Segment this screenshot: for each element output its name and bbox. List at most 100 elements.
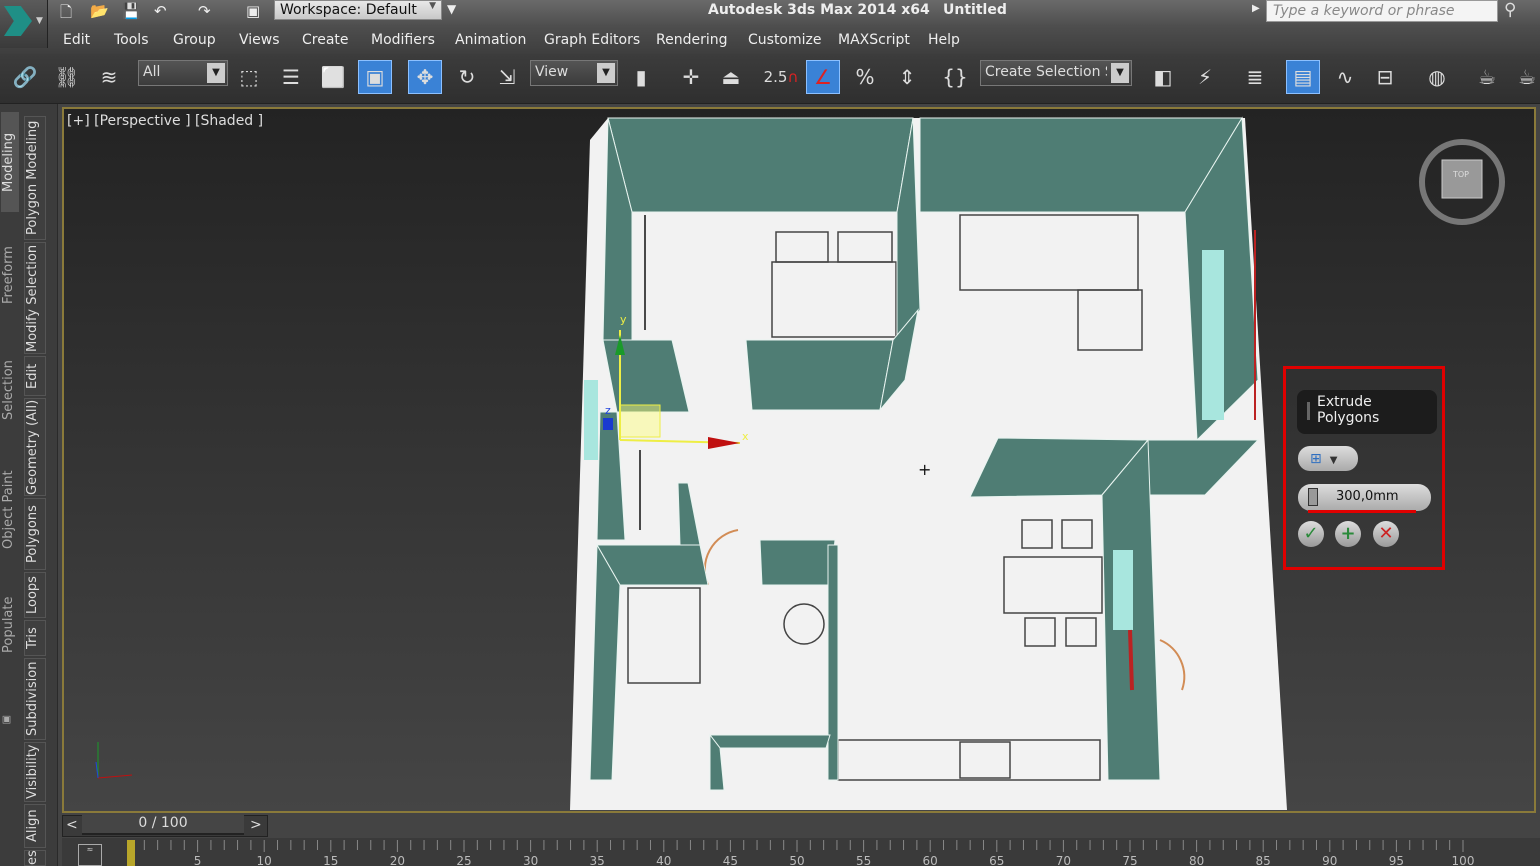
apply-continue-button[interactable]: + xyxy=(1335,521,1361,547)
ribbon-tab-selection[interactable]: Selection xyxy=(1,340,19,440)
timeline-tick-label: 60 xyxy=(923,854,938,866)
app-menu-button[interactable]: ▼ xyxy=(0,0,48,48)
plus-icon: + xyxy=(1340,523,1356,544)
extrude-type-dropdown[interactable]: ⊞ ▼ xyxy=(1298,446,1358,471)
ribbon-tab-object-paint[interactable]: Object Paint xyxy=(1,455,19,565)
selection-filter-dropdown[interactable]: All ▼ xyxy=(138,60,228,86)
rotate-icon[interactable]: ↻ xyxy=(450,60,484,94)
select-object-icon[interactable]: ⬚ xyxy=(232,60,266,94)
ribbon-toggle-icon[interactable]: ▤ xyxy=(1286,60,1320,94)
ribbon-panel-polygon-modeling[interactable]: Polygon Modeling xyxy=(24,116,46,240)
search-input[interactable]: Type a keyword or phrase xyxy=(1266,0,1498,22)
render-setup-icon[interactable]: ☕ xyxy=(1470,60,1504,94)
select-by-name-icon[interactable]: ☰ xyxy=(274,60,308,94)
menu-maxscript[interactable]: MAXScript xyxy=(838,32,910,48)
workspace-dropdown[interactable]: Workspace: Default ▼ xyxy=(274,0,442,20)
align-icon[interactable]: ⚡ xyxy=(1188,60,1222,94)
spinner-snap-icon[interactable]: ⇕ xyxy=(890,60,924,94)
ok-button[interactable]: ✓ xyxy=(1298,521,1324,547)
binoculars-search-icon[interactable]: ⚲ xyxy=(1504,0,1516,20)
prev-frame-button[interactable]: < xyxy=(66,817,78,833)
next-frame-button[interactable]: > xyxy=(250,817,262,833)
window-crossing-icon[interactable]: ▣ xyxy=(358,60,392,94)
check-icon: ✓ xyxy=(1303,523,1319,544)
document-title: Untitled xyxy=(943,2,1007,18)
menu-modifiers[interactable]: Modifiers xyxy=(371,32,435,48)
redo-icon[interactable]: ↷ xyxy=(198,2,211,20)
menu-rendering[interactable]: Rendering xyxy=(656,32,728,48)
app-title: Autodesk 3ds Max 2014 x64 xyxy=(708,2,930,18)
menu-create[interactable]: Create xyxy=(302,32,349,48)
timeline-tick-label: 55 xyxy=(856,854,871,866)
undo-icon[interactable]: ↶ xyxy=(154,2,167,20)
snaps-toggle-icon[interactable]: 2.5 ∩ xyxy=(764,60,799,94)
ribbon-panel-polygons[interactable]: Polygons xyxy=(24,498,46,570)
timeline-tick-label: 100 xyxy=(1452,854,1475,866)
edit-named-selection-icon[interactable]: {} xyxy=(938,60,972,94)
timeline-tick-label: 70 xyxy=(1056,854,1071,866)
customize-qat-icon[interactable]: ▼ xyxy=(447,2,456,16)
ribbon-panel-subdivision[interactable]: Subdivision xyxy=(24,658,46,740)
scale-icon[interactable]: ⇲ xyxy=(490,60,524,94)
ribbon-panel-geometry-all[interactable]: Geometry (All) xyxy=(24,398,46,496)
rect-selection-region-icon[interactable]: ⬜ xyxy=(316,60,350,94)
timeline-tick-label: 15 xyxy=(323,854,338,866)
save-icon[interactable]: 💾 xyxy=(122,2,141,20)
unlink-icon[interactable]: ⛓ xyxy=(50,60,84,94)
viewport-label[interactable]: [+] [Perspective ] [Shaded ] xyxy=(67,113,263,129)
menu-tools[interactable]: Tools xyxy=(114,32,149,48)
ribbon-panel-modify-selection[interactable]: Modify Selection xyxy=(24,242,46,354)
menu-group[interactable]: Group xyxy=(173,32,216,48)
ribbon-panel-edit[interactable]: Edit xyxy=(24,356,46,396)
open-file-icon[interactable]: 📂 xyxy=(90,2,109,20)
ribbon-tab-freeform[interactable]: Freeform xyxy=(1,225,19,325)
time-slider-thumb[interactable]: 0 / 100 xyxy=(82,815,244,835)
caddy-drag-handle[interactable] xyxy=(1307,402,1310,420)
height-icon xyxy=(1308,488,1318,506)
pivot-center-icon[interactable]: ▮ xyxy=(624,60,658,94)
percent-snap-icon[interactable]: % xyxy=(848,60,882,94)
menu-edit[interactable]: Edit xyxy=(63,32,90,48)
extrusion-height-spinner[interactable]: 300,0mm xyxy=(1298,484,1431,513)
menu-animation[interactable]: Animation xyxy=(455,32,526,48)
menu-help[interactable]: Help xyxy=(928,32,960,48)
ribbon-panel-tris[interactable]: Tris xyxy=(24,620,46,656)
chevron-down-icon: ▼ xyxy=(1111,63,1129,83)
bind-space-warp-icon[interactable]: ≋ xyxy=(92,60,126,94)
timeline-tick-label: 5 xyxy=(194,854,202,866)
named-selection-dropdown[interactable]: Create Selection Set▼ xyxy=(980,60,1132,86)
ribbon-panel-visibility[interactable]: Visibility xyxy=(24,742,46,802)
ribbon-tab-populate[interactable]: Populate xyxy=(1,580,19,670)
chevron-down-icon: ▼ xyxy=(207,63,225,83)
material-editor-icon[interactable]: ◍ xyxy=(1420,60,1454,94)
ribbon-minimize-icon[interactable]: ▣ xyxy=(1,705,19,735)
selection-filter-label: All xyxy=(143,64,161,80)
cancel-button[interactable]: ✕ xyxy=(1373,521,1399,547)
keyboard-shortcut-override-icon[interactable]: ⏏ xyxy=(714,60,748,94)
manipulate-icon[interactable]: ✛ xyxy=(674,60,708,94)
menu-customize[interactable]: Customize xyxy=(748,32,822,48)
group-icon: ⊞ xyxy=(1310,451,1322,467)
angle-snap-icon[interactable]: ∠ xyxy=(806,60,840,94)
reference-coord-dropdown[interactable]: View ▼ xyxy=(530,60,618,86)
layer-manager-icon[interactable]: ≣ xyxy=(1238,60,1272,94)
menu-graph-editors[interactable]: Graph Editors xyxy=(544,32,640,48)
expand-search-icon[interactable]: ▶ xyxy=(1252,3,1260,14)
x-icon: ✕ xyxy=(1378,523,1394,544)
link-icon[interactable]: 🔗 xyxy=(8,60,42,94)
rendered-frame-window-icon[interactable]: ☕ xyxy=(1510,60,1540,94)
new-file-icon[interactable]: 🗋 xyxy=(60,2,72,27)
ribbon-panel-loops[interactable]: Loops xyxy=(24,572,46,618)
mirror-icon[interactable]: ◧ xyxy=(1146,60,1180,94)
extrusion-height-value: 300,0mm xyxy=(1336,489,1399,504)
ribbon-tab-modeling[interactable]: Modeling xyxy=(1,112,19,212)
menu-views[interactable]: Views xyxy=(239,32,280,48)
chevron-down-icon: ▼ xyxy=(429,1,436,11)
curve-editor-icon[interactable]: ∿ xyxy=(1328,60,1362,94)
timeline-tick-label: 35 xyxy=(590,854,605,866)
project-folder-icon[interactable]: ▣ xyxy=(246,2,260,20)
timeline-tick-label: 85 xyxy=(1256,854,1271,866)
chevron-down-icon: ▼ xyxy=(36,16,43,26)
move-icon[interactable]: ✥ xyxy=(408,60,442,94)
schematic-view-icon[interactable]: ⊟ xyxy=(1368,60,1402,94)
